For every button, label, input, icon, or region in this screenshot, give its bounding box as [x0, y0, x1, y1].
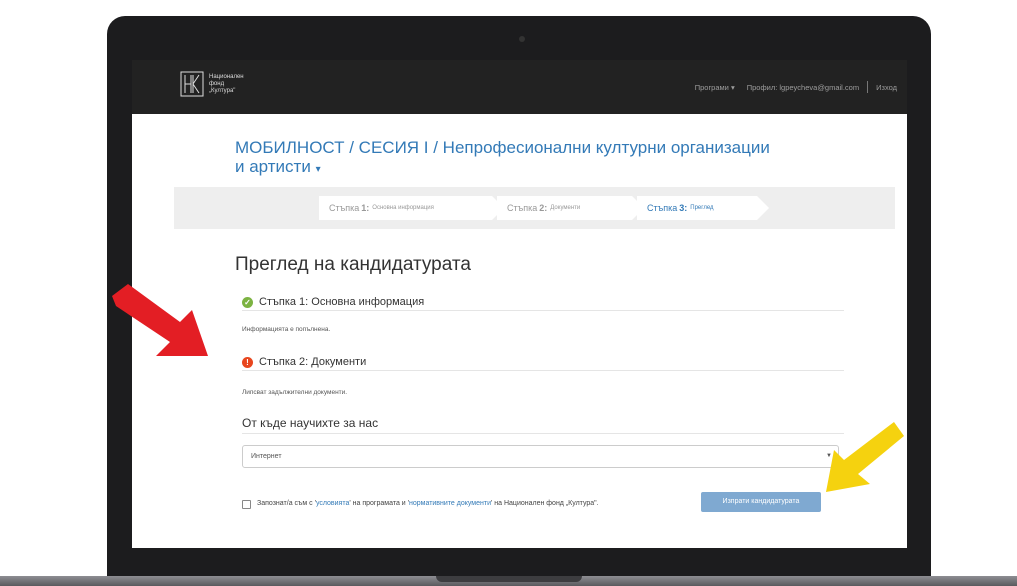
logo-line: Национален: [209, 73, 244, 80]
logo-line: „Култура": [209, 87, 236, 94]
step-desc: Преглед: [690, 205, 714, 211]
step-label: Стъпка: [329, 203, 360, 213]
page-title-line: МОБИЛНОСТ / СЕСИЯ I / Непрофесионални ку…: [235, 138, 770, 157]
source-heading: От къде научихте за нас: [242, 416, 844, 434]
exclamation-icon: !: [242, 356, 253, 368]
step-3-active[interactable]: Стъпка 3: Преглед: [637, 196, 769, 220]
nav-logout-link[interactable]: Изход: [876, 83, 897, 92]
section-step2: ! Стъпка 2: Документи: [242, 356, 844, 371]
review-heading: Преглед на кандидатурата: [235, 254, 471, 275]
section-note: Информацията е попълнена.: [242, 326, 331, 333]
section-step1: ✓ Стъпка 1: Основна информация: [242, 296, 844, 311]
nav-divider: [867, 81, 869, 93]
step-number: 3:: [679, 203, 688, 213]
step-label: Стъпка: [507, 203, 538, 213]
check-icon: ✓: [242, 296, 253, 308]
navbar: Национален фонд „Култура" Програми ▾ Про…: [132, 60, 907, 114]
section-note: Липсват задължителни документи.: [242, 389, 348, 396]
terms-link-conditions[interactable]: условията: [316, 500, 349, 507]
caret-down-icon[interactable]: ▾: [316, 164, 321, 175]
step-desc: Документи: [550, 205, 581, 211]
terms-checkbox[interactable]: [242, 500, 251, 509]
step-number: 1:: [361, 203, 370, 213]
page-title-text: и артисти: [235, 157, 311, 176]
terms-text: Запознат/а съм с ': [257, 500, 316, 507]
step-1[interactable]: Стъпка 1: Основна информация: [319, 196, 504, 220]
step-2[interactable]: Стъпка 2: Документи: [497, 196, 644, 220]
logo-text: Национален фонд „Култура": [209, 74, 244, 95]
webcam: [519, 36, 525, 42]
site-logo[interactable]: Национален фонд „Култура": [180, 71, 244, 97]
terms-link-documents[interactable]: нормативните документи: [409, 500, 491, 507]
red-arrow-icon: [112, 284, 208, 356]
section-title: Стъпка 2: Документи: [259, 356, 367, 368]
page-title-line[interactable]: и артисти ▾: [235, 157, 835, 179]
browser-screen: Национален фонд „Култура" Програми ▾ Про…: [132, 60, 907, 548]
page-title: МОБИЛНОСТ / СЕСИЯ I / Непрофесионални ку…: [235, 138, 835, 179]
nav-programs-menu[interactable]: Програми ▾: [695, 83, 735, 92]
terms-text: ' на програмата и ': [349, 500, 409, 507]
select-value: Интернет: [251, 453, 282, 460]
nav-profile-link[interactable]: Профил: lgpeycheva@gmail.com: [747, 83, 859, 92]
step-label: Стъпка: [647, 203, 678, 213]
laptop-notch: [436, 576, 582, 582]
submit-application-button[interactable]: Изпрати кандидатурата: [701, 492, 821, 512]
yellow-arrow-icon: [826, 422, 904, 492]
wizard-steps: Стъпка 1: Основна информация Стъпка 2: Д…: [174, 187, 895, 229]
source-select[interactable]: Интернет ▼: [242, 445, 839, 468]
laptop-bezel: [117, 548, 921, 576]
logo-line: фонд: [209, 80, 225, 87]
section-title: Стъпка 1: Основна информация: [259, 296, 425, 308]
terms-agreement: Запознат/а съм с 'условията' на програма…: [242, 498, 682, 509]
step-number: 2:: [539, 203, 548, 213]
step-desc: Основна информация: [372, 205, 434, 211]
logo-icon: [180, 71, 204, 97]
terms-text: ' на Национален фонд „Култура".: [491, 500, 599, 507]
